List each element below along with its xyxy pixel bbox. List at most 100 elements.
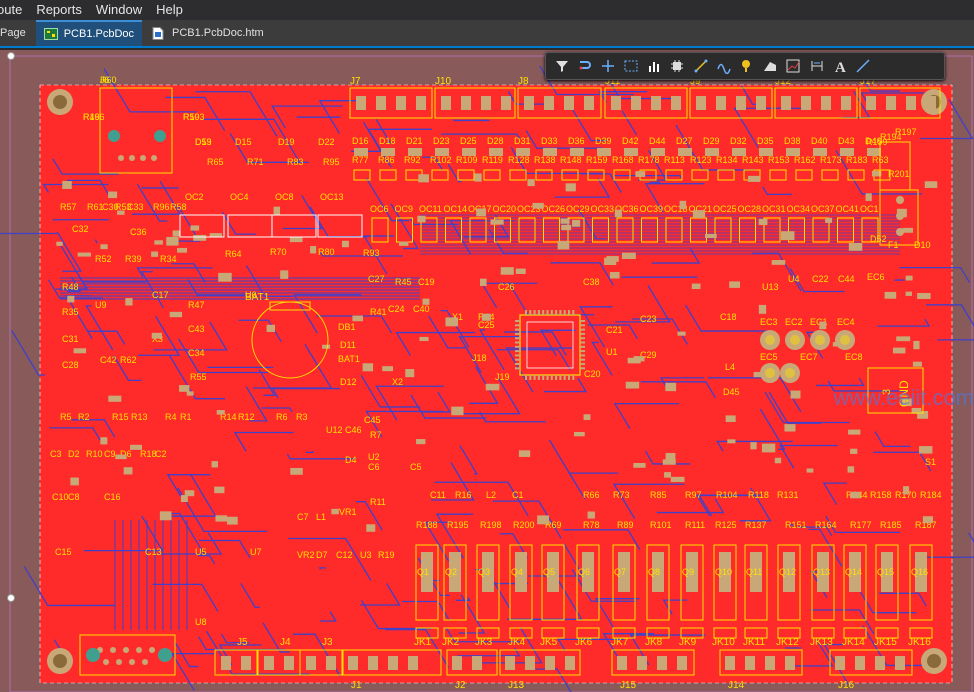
ref-r96: R96	[153, 202, 170, 212]
chart-tool-button[interactable]	[643, 55, 666, 77]
smd-pad	[665, 452, 676, 460]
connector-pin	[745, 656, 755, 670]
ref-r151: R151	[785, 520, 807, 530]
selection-handle-top[interactable]	[7, 52, 15, 60]
menu-window[interactable]: Window	[89, 0, 149, 20]
opto-oc33: OC33	[591, 204, 615, 214]
transistor-q7: Q7	[614, 567, 626, 577]
smd-pad	[917, 293, 931, 299]
chart-icon	[649, 62, 660, 72]
mcu-pin	[515, 320, 520, 322]
svg-text:A: A	[835, 60, 846, 74]
battery-label: BAT1	[245, 292, 270, 303]
line-tool-button[interactable]	[851, 55, 874, 77]
smd-pad	[774, 457, 782, 464]
connector-pin	[584, 96, 594, 110]
res-r113: R113	[664, 155, 685, 165]
ref-c11: C11	[430, 490, 446, 500]
smd-pad	[574, 431, 585, 437]
ref-r2: R2	[78, 412, 90, 422]
ref-u5: U5	[195, 547, 207, 557]
mcu-pin	[555, 310, 558, 315]
menu-reports[interactable]: Reports	[29, 0, 89, 20]
ref-r4: R4	[165, 412, 177, 422]
ref-c9: C9	[104, 449, 116, 459]
led-d23: D23	[433, 136, 450, 146]
ref-c2: C2	[155, 449, 167, 459]
smd-pad	[151, 332, 162, 339]
ref-c21: C21	[606, 325, 623, 335]
cap-pad	[765, 368, 775, 378]
select-rect-tool-button[interactable]	[620, 55, 643, 77]
smd-pad	[214, 486, 225, 494]
pad-tool-button[interactable]	[736, 55, 759, 77]
component-tool-button[interactable]	[666, 55, 689, 77]
smd-pad	[151, 251, 159, 257]
ref-r188: R188	[416, 520, 438, 530]
route-tool-button[interactable]	[573, 55, 596, 77]
tab-page[interactable]: Page	[0, 20, 34, 46]
ref-oc13: OC13	[320, 192, 344, 202]
ref-r35: R35	[62, 307, 79, 317]
mcu-pin	[546, 375, 549, 380]
connector-pin	[472, 656, 482, 670]
j6-mount-pad	[108, 130, 120, 142]
connector-pin	[306, 656, 316, 670]
net-tool-button[interactable]	[689, 55, 712, 77]
led-d38: D38	[784, 136, 801, 146]
add-tool-button[interactable]	[596, 55, 619, 77]
ref-oc2: OC2	[185, 192, 204, 202]
smd-pad	[565, 183, 576, 192]
ref-c34: C34	[188, 348, 205, 358]
ref-r3: R3	[296, 412, 308, 422]
ref-x2: X2	[392, 377, 403, 387]
opto-oc28: OC28	[738, 204, 762, 214]
menu-route[interactable]: oute	[0, 0, 29, 20]
smd-pad	[216, 410, 225, 415]
connector-pin	[481, 96, 491, 110]
mcu-pin	[572, 310, 575, 315]
ref-ec2: EC2	[785, 317, 803, 327]
ref-c19: C19	[418, 277, 435, 287]
ref-r104: R104	[716, 490, 738, 500]
connector-pin	[677, 656, 687, 670]
smd-pad	[884, 291, 897, 299]
graph-tool-button[interactable]	[782, 55, 805, 77]
selection-handle-left[interactable]	[7, 594, 15, 602]
pcb-board[interactable]: J7 J10 J8 J11 J9 J12 J17D16 D18 D21 D23 D25 D28 D31 D…	[0, 50, 974, 692]
mcu-pin	[533, 375, 536, 380]
jack-jk13-label: JK13	[810, 637, 833, 648]
connector-pin	[781, 96, 791, 110]
smd-pad	[399, 241, 409, 246]
ref-d15: D15	[235, 137, 252, 147]
component-icon	[671, 60, 684, 72]
watermark-text: www.eeiit.com	[833, 385, 974, 410]
ref-r185: R185	[880, 520, 902, 530]
ref-r60: R60	[100, 75, 117, 85]
filter-tool-button[interactable]	[550, 55, 573, 77]
smd-pad	[108, 191, 118, 199]
res-r148: R148	[560, 155, 582, 165]
led-d32: D32	[730, 136, 747, 146]
tab-pcbdoc[interactable]: PCB1.PcbDoc	[35, 20, 143, 46]
menu-help[interactable]: Help	[149, 0, 190, 20]
arc-tool-button[interactable]	[712, 55, 735, 77]
ref-u3: U3	[360, 550, 372, 560]
polygon-tool-button[interactable]	[759, 55, 782, 77]
mcu-pin	[550, 375, 553, 380]
smd-pad	[665, 382, 677, 392]
ref-r48: R48	[62, 282, 79, 292]
ref-u9: U9	[95, 300, 107, 310]
smd-pad	[218, 272, 232, 282]
db-pin	[110, 647, 116, 653]
text-tool-button[interactable]: A	[828, 55, 851, 77]
connector-pin	[408, 656, 418, 670]
dimension-tool-button[interactable]	[805, 55, 828, 77]
smd-pad	[515, 268, 526, 274]
res-r102: R102	[430, 155, 452, 165]
ref-c1: C1	[512, 490, 524, 500]
pcb-canvas[interactable]: J7 J10 J8 J11 J9 J12 J17 D16 D18 D21 D23 D25 D28 D31 D…	[0, 50, 974, 692]
tab-pcbdoc-htm[interactable]: PCB1.PcbDoc.htm	[144, 20, 272, 46]
ref-r64: R64	[225, 249, 242, 259]
ref-d4: D4	[345, 455, 357, 465]
